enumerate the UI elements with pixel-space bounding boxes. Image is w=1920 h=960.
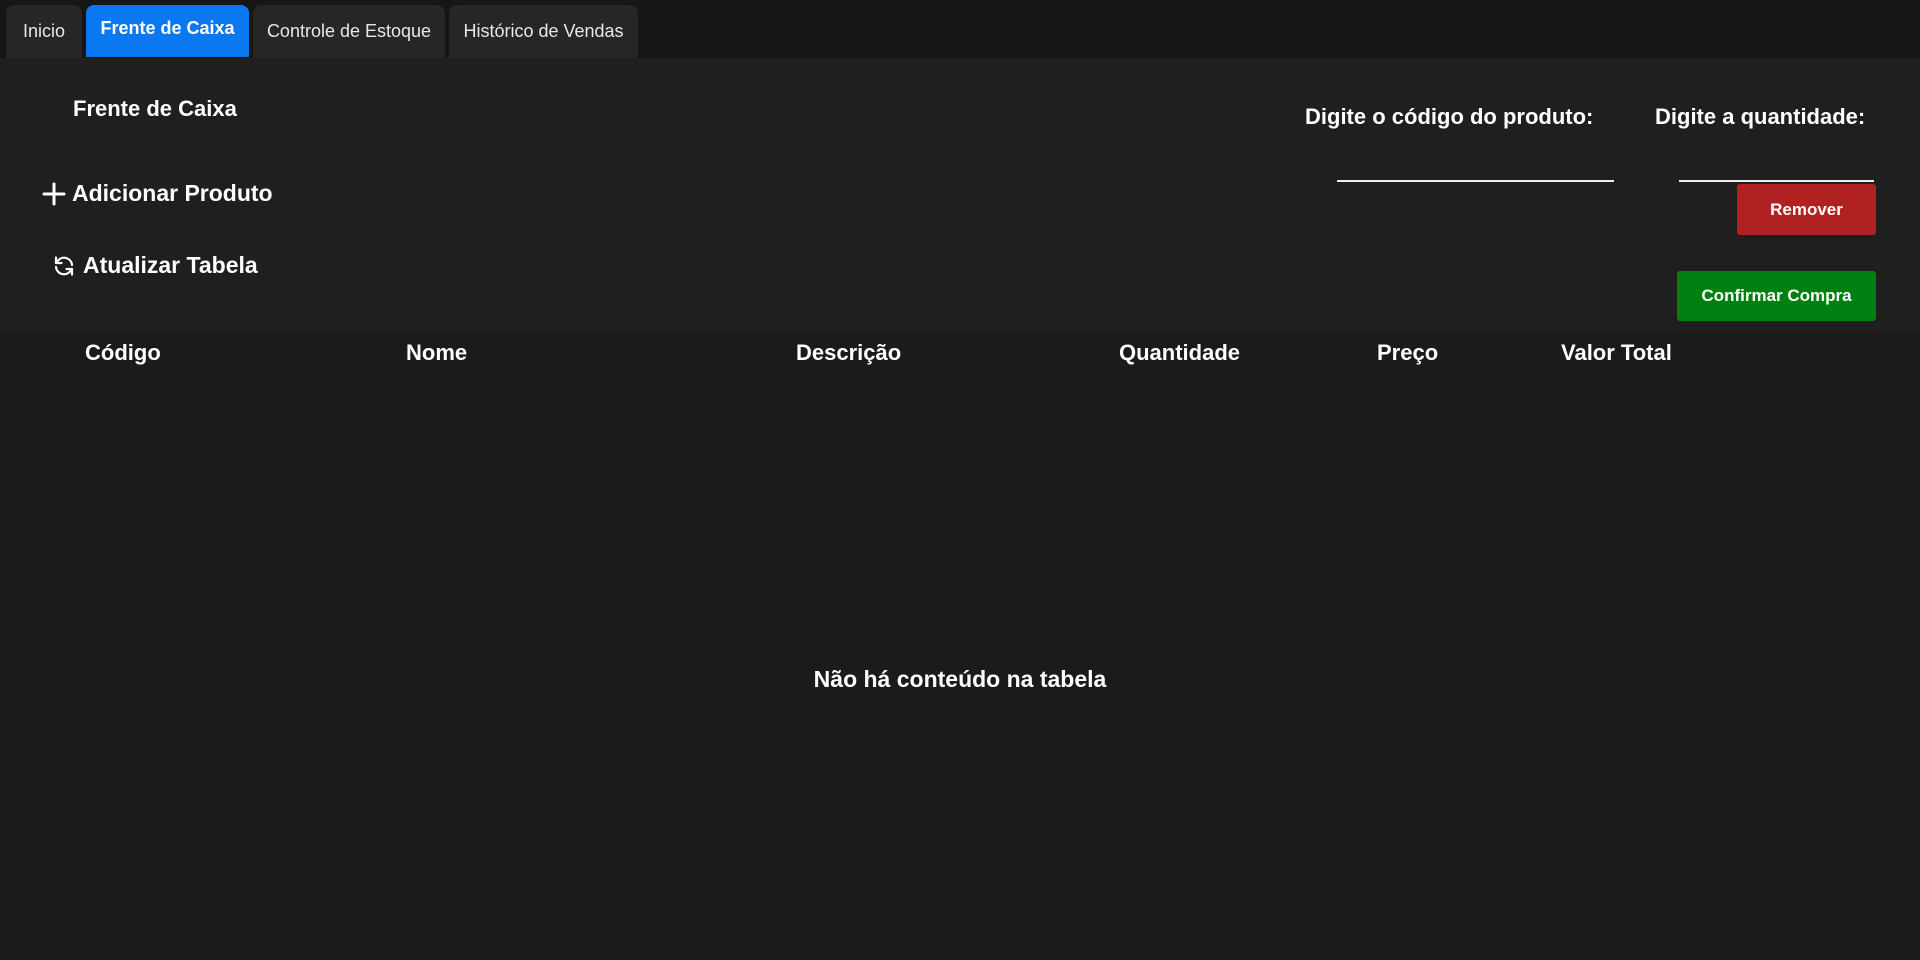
page-title: Frente de Caixa (73, 96, 237, 121)
tab-label: Inicio (22, 21, 66, 41)
table-header: Código Nome Descrição Quantidade Preço V… (0, 330, 1920, 376)
remove-button[interactable]: Remover (1737, 184, 1876, 235)
column-header-quantidade[interactable]: Quantidade (1119, 340, 1240, 366)
column-header-preco[interactable]: Preço (1377, 340, 1438, 366)
tab-frente-de-caixa[interactable]: Frente de Caixa (86, 5, 249, 57)
tab-bar: Inicio Frente de Caixa Controle de Estoq… (0, 0, 1920, 58)
refresh-icon (52, 254, 76, 278)
add-product-label: Adicionar Produto (72, 180, 273, 206)
refresh-table-label: Atualizar Tabela (83, 252, 258, 278)
product-code-input[interactable] (1337, 146, 1614, 182)
add-product-button[interactable]: Adicionar Produto (42, 180, 273, 207)
confirm-purchase-button[interactable]: Confirmar Compra (1677, 271, 1876, 321)
column-header-codigo[interactable]: Código (85, 340, 161, 366)
product-code-label: Digite o código do produto: (1305, 104, 1594, 129)
column-header-valor-total[interactable]: Valor Total (1561, 340, 1672, 366)
refresh-table-button[interactable]: Atualizar Tabela (52, 252, 258, 279)
column-header-nome[interactable]: Nome (406, 340, 467, 366)
controls-panel (0, 58, 1920, 330)
quantity-label: Digite a quantidade: (1655, 104, 1866, 129)
tab-inicio[interactable]: Inicio (6, 5, 82, 58)
tab-label: Controle de Estoque (266, 21, 432, 41)
tab-controle-de-estoque[interactable]: Controle de Estoque (253, 5, 445, 58)
empty-table-message: Não há conteúdo na tabela (813, 666, 1107, 692)
tab-label: Histórico de Vendas (463, 21, 624, 41)
tab-historico-de-vendas[interactable]: Histórico de Vendas (449, 5, 638, 58)
column-header-descricao[interactable]: Descrição (796, 340, 901, 366)
tab-label: Frente de Caixa (100, 17, 235, 38)
plus-icon (42, 182, 66, 206)
quantity-input[interactable] (1679, 146, 1874, 182)
